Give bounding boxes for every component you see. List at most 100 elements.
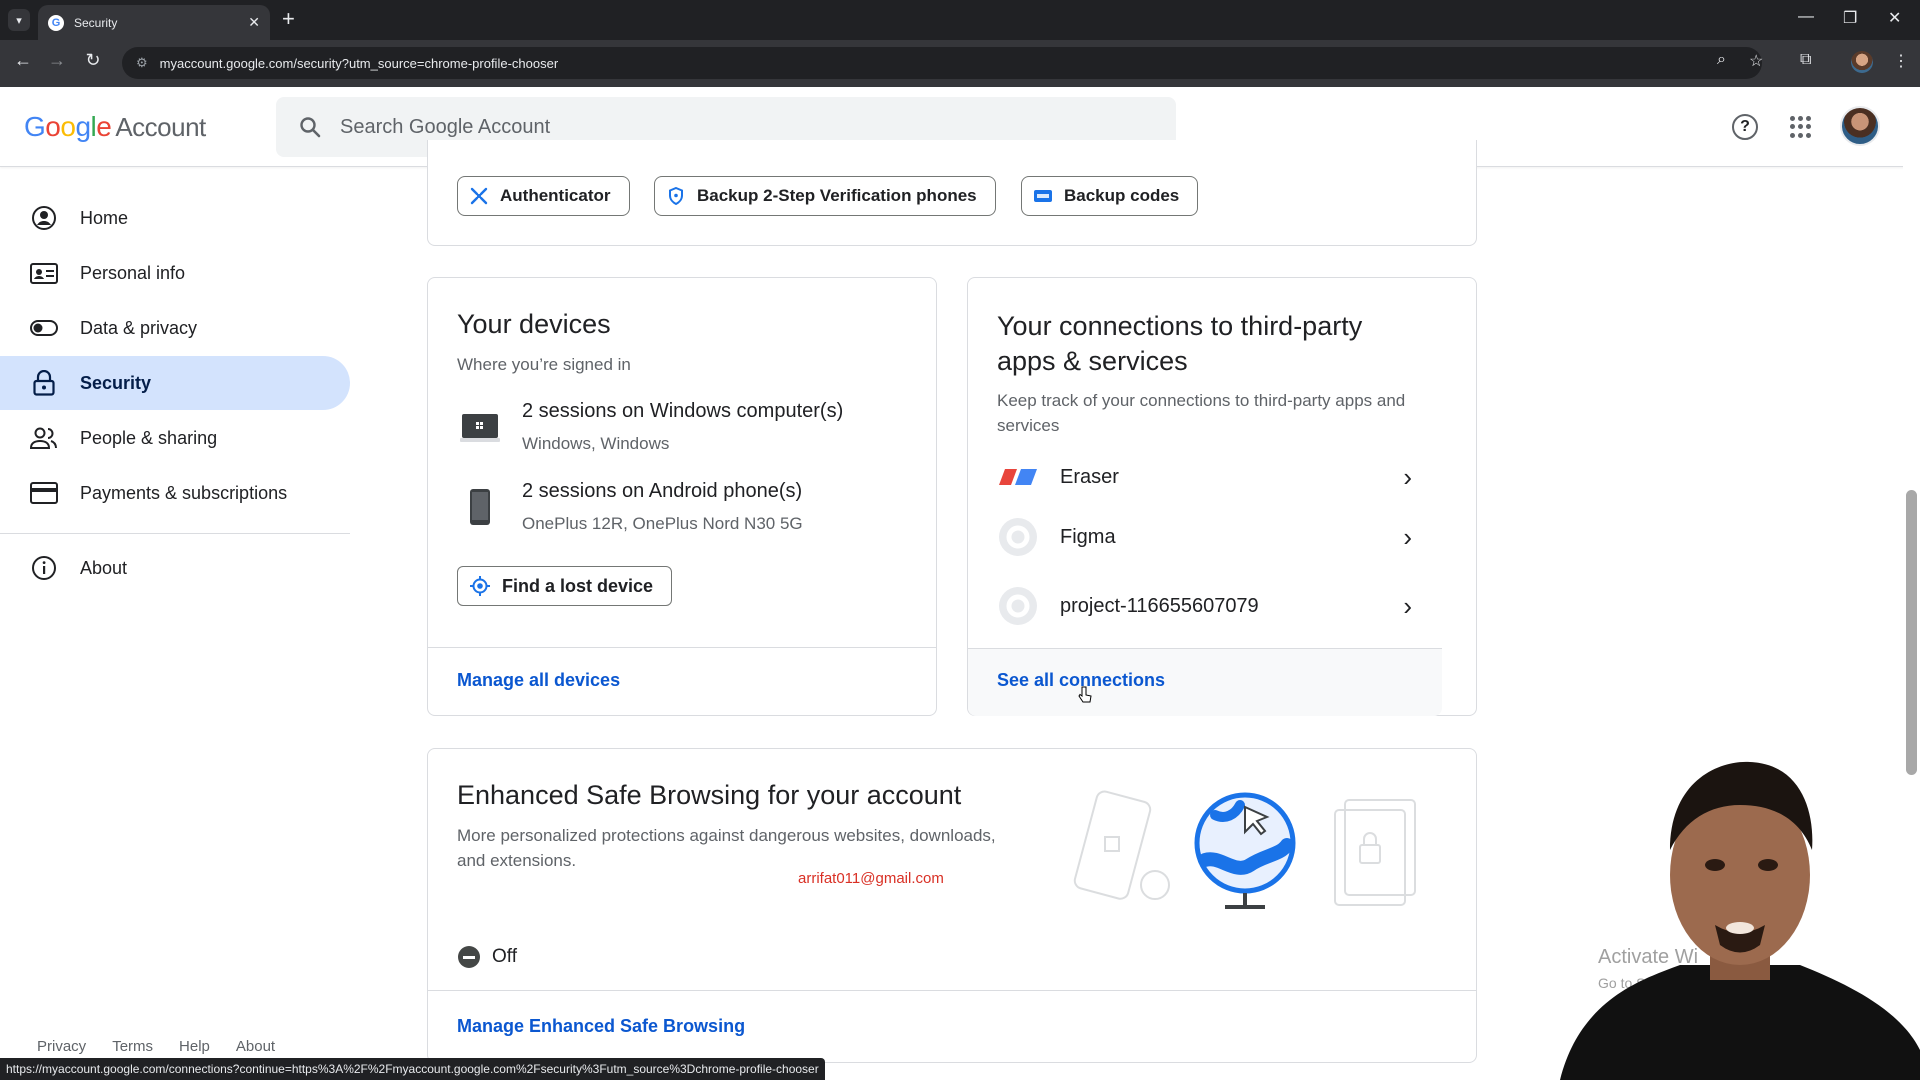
shield-icon (667, 187, 685, 205)
off-status-icon (458, 946, 480, 968)
sidebar-item-about[interactable]: About (0, 541, 350, 595)
manage-safe-browsing-link[interactable]: Manage Enhanced Safe Browsing (457, 1016, 745, 1037)
safe-browsing-illustration (1065, 785, 1445, 915)
windows-computer-icon (460, 412, 500, 449)
devices-subtitle: Where you’re signed in (457, 355, 631, 374)
android-phone-icon (469, 488, 491, 531)
people-icon (30, 424, 58, 452)
browser-profile-avatar[interactable] (1851, 51, 1873, 73)
backup-codes-chip[interactable]: Backup codes (1021, 176, 1199, 216)
chevron-right-icon: › (1403, 590, 1412, 621)
manage-all-devices-link[interactable]: Manage all devices (457, 670, 620, 691)
hand-cursor-icon (1078, 686, 1092, 703)
connection-name: Figma (1060, 525, 1116, 548)
scrollbar-thumb[interactable] (1906, 490, 1917, 775)
footer-links: Privacy Terms Help About (37, 1038, 275, 1055)
connection-row-project[interactable]: project-116655607079 › (968, 578, 1442, 634)
google-favicon-icon: G (48, 14, 64, 31)
address-url: myaccount.google.com/security?utm_source… (159, 55, 559, 71)
generic-app-icon (998, 586, 1038, 626)
footer-about-link[interactable]: About (236, 1038, 275, 1055)
sidebar-divider (0, 533, 350, 534)
generic-app-icon (998, 517, 1038, 557)
device-row-title[interactable]: 2 sessions on Windows computer(s) (522, 400, 843, 423)
sidebar-item-data-privacy[interactable]: Data & privacy (0, 301, 350, 355)
new-tab-icon[interactable]: + (282, 8, 295, 30)
sidebar-item-people-sharing[interactable]: People & sharing (0, 411, 350, 465)
sidebar-item-security[interactable]: Security (0, 356, 350, 410)
help-icon[interactable]: ? (1732, 114, 1758, 140)
device-row-title[interactable]: 2 sessions on Android phone(s) (522, 480, 802, 503)
chip-label: Authenticator (500, 186, 611, 205)
id-card-icon (30, 259, 58, 287)
footer-privacy-link[interactable]: Privacy (37, 1038, 86, 1055)
devices-card-divider (428, 647, 936, 648)
authenticator-icon (470, 187, 488, 205)
tab-search-icon[interactable]: ▾ (8, 9, 30, 31)
devices-title: Your devices (457, 309, 611, 339)
credit-card-icon (30, 479, 58, 507)
connections-description: Keep track of your connections to third-… (997, 391, 1406, 435)
google-apps-icon[interactable] (1790, 116, 1812, 138)
eraser-logo-icon (998, 457, 1038, 497)
zoom-icon[interactable]: ⌕ (1717, 51, 1726, 69)
sidebar-item-label: People & sharing (80, 427, 218, 448)
connection-row-figma[interactable]: Figma › (968, 509, 1442, 565)
window-close-icon[interactable]: ✕ (1888, 8, 1901, 28)
toggle-icon (30, 314, 58, 342)
authenticator-chip[interactable]: Authenticator (457, 176, 630, 216)
browser-toolbar: ← → ↻ ⚙ myaccount.google.com/security?ut… (0, 40, 1920, 87)
tab-title: Security (74, 15, 118, 30)
reload-icon[interactable]: ↻ (80, 50, 106, 71)
sidebar-item-label: Home (80, 207, 129, 228)
extensions-icon[interactable]: ⧉ (1800, 51, 1811, 69)
sidebar-item-label: Payments & subscriptions (80, 482, 288, 503)
connection-row-eraser[interactable]: Eraser › (968, 449, 1442, 505)
presenter-webcam-overlay (1560, 750, 1920, 1080)
connection-name: Eraser (1060, 465, 1119, 488)
chevron-right-icon: › (1403, 521, 1412, 552)
connection-name: project-116655607079 (1060, 594, 1259, 617)
address-bar[interactable]: ⚙ myaccount.google.com/security?utm_sour… (122, 47, 1762, 79)
browser-tab-strip: ▾ G Security ✕ + — ❐ ✕ (0, 0, 1920, 40)
sidebar-item-home[interactable]: Home (0, 191, 350, 245)
sidebar-item-payments[interactable]: Payments & subscriptions (0, 466, 350, 520)
bookmark-star-icon[interactable]: ☆ (1749, 51, 1763, 71)
find-lost-device-button[interactable]: Find a lost device (457, 566, 673, 606)
device-row-subtitle: Windows, Windows (522, 434, 670, 453)
codes-icon (1034, 187, 1052, 205)
email-overlay-text: arrifat011@gmail.com (798, 870, 944, 887)
locate-icon (470, 576, 490, 596)
back-icon[interactable]: ← (10, 50, 36, 71)
chevron-right-icon: › (1403, 461, 1412, 492)
minimize-icon[interactable]: — (1798, 8, 1814, 26)
google-account-logo[interactable]: Google Account (24, 111, 206, 143)
chip-label: Backup codes (1064, 186, 1180, 205)
link-status-bubble: https://myaccount.google.com/connections… (0, 1058, 825, 1080)
tab-close-icon[interactable]: ✕ (248, 14, 260, 31)
find-lost-device-label: Find a lost device (502, 575, 654, 596)
sidebar-item-label: About (80, 557, 128, 578)
status-label: Off (492, 946, 517, 967)
sidebar-item-label: Personal info (80, 262, 186, 283)
search-icon (300, 117, 321, 138)
account-avatar[interactable] (1840, 106, 1880, 146)
restore-icon[interactable]: ❐ (1843, 8, 1857, 28)
sidebar-nav: Home Personal info Data & privacy Securi… (0, 167, 350, 1047)
browser-tab[interactable]: G Security ✕ (38, 5, 270, 40)
info-icon (30, 554, 58, 582)
footer-terms-link[interactable]: Terms (112, 1038, 153, 1055)
browser-menu-icon[interactable]: ⋮ (1893, 51, 1909, 71)
search-placeholder: Search Google Account (340, 115, 551, 138)
sidebar-item-personal-info[interactable]: Personal info (0, 246, 350, 300)
chip-label: Backup 2-Step Verification phones (697, 186, 977, 205)
safe-browsing-title: Enhanced Safe Browsing for your account (457, 780, 962, 810)
safe-browsing-divider (428, 990, 1476, 991)
forward-icon[interactable]: → (44, 50, 70, 71)
footer-help-link[interactable]: Help (179, 1038, 210, 1055)
site-info-icon[interactable]: ⚙ (136, 55, 148, 71)
lock-icon (30, 369, 58, 397)
sidebar-item-label: Data & privacy (80, 317, 198, 338)
connections-title: Your connections to third-party apps & s… (997, 311, 1363, 376)
backup-phones-chip[interactable]: Backup 2-Step Verification phones (654, 176, 996, 216)
